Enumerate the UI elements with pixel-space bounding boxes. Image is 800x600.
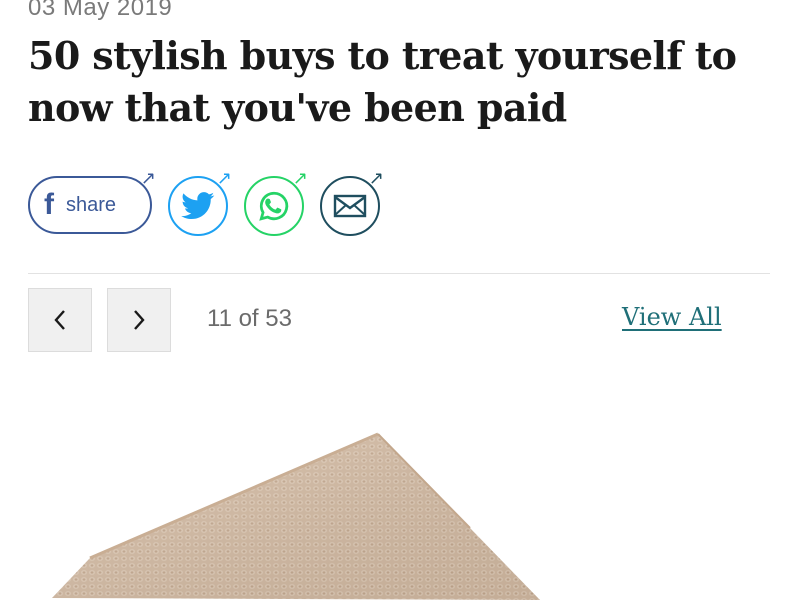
next-slide-button[interactable] bbox=[107, 288, 171, 352]
knit-fabric-image bbox=[52, 432, 540, 600]
external-arrow-icon: ↗ bbox=[216, 168, 232, 189]
view-all-link[interactable]: View All bbox=[622, 303, 722, 331]
previous-slide-button[interactable] bbox=[28, 288, 92, 352]
facebook-share-button[interactable]: f share ↗ bbox=[28, 170, 156, 234]
email-share-button[interactable]: ↗ bbox=[320, 170, 384, 236]
chevron-right-icon bbox=[134, 310, 145, 330]
product-image bbox=[0, 380, 800, 600]
external-arrow-icon: ↗ bbox=[292, 168, 308, 189]
twitter-share-button[interactable]: ↗ bbox=[168, 170, 232, 236]
share-buttons: f share ↗ ↗ ↗ ↗ bbox=[28, 170, 428, 238]
twitter-icon bbox=[181, 192, 215, 220]
whatsapp-share-button[interactable]: ↗ bbox=[244, 170, 308, 236]
article-headline: 50 stylish buys to treat yourself to now… bbox=[28, 33, 737, 130]
email-icon bbox=[333, 194, 367, 218]
section-divider bbox=[28, 273, 770, 274]
whatsapp-icon bbox=[259, 191, 289, 221]
facebook-icon: f bbox=[44, 188, 54, 221]
external-arrow-icon: ↗ bbox=[368, 168, 384, 189]
facebook-share-label: share bbox=[66, 193, 117, 216]
chevron-left-icon bbox=[54, 310, 65, 330]
article-date: 03 May 2019 bbox=[28, 0, 173, 21]
slide-counter: 11 of 53 bbox=[207, 305, 292, 332]
external-arrow-icon: ↗ bbox=[140, 168, 156, 189]
